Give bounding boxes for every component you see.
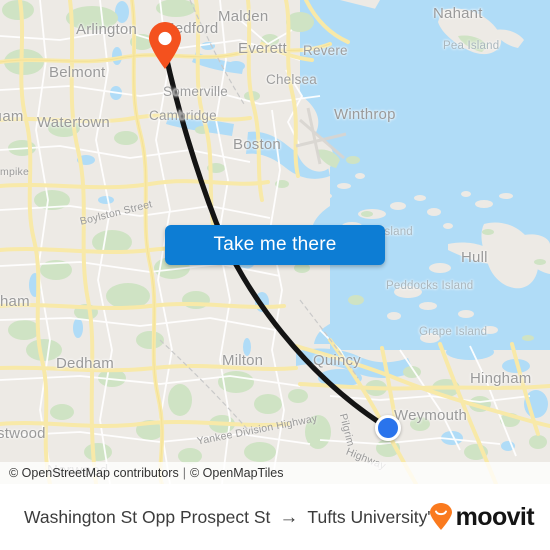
map-attribution-bar: © OpenStreetMap contributors | © OpenMap… <box>0 462 550 484</box>
moovit-logo[interactable]: moovit <box>428 502 535 531</box>
moovit-pin-icon <box>429 503 452 530</box>
map-canvas[interactable]: Arlington Medford Malden Everett Revere Nahan… <box>0 0 550 484</box>
route-origin-label: Washington St Opp Prospect St <box>24 506 271 527</box>
moovit-map-card: Arlington Medford Malden Everett Revere Nahan… <box>0 0 550 550</box>
openmaptiles-attribution-link[interactable]: © OpenMapTiles <box>190 466 284 480</box>
origin-pin-marker[interactable] <box>147 22 183 70</box>
destination-dot-marker[interactable] <box>375 415 401 441</box>
route-destination-label: Tufts University" <box>307 506 434 527</box>
attribution-separator: | <box>182 466 186 480</box>
route-footer: Washington St Opp Prospect St → Tufts Un… <box>0 484 550 550</box>
take-me-there-button[interactable]: Take me there <box>165 225 385 265</box>
take-me-there-label: Take me there <box>213 234 337 255</box>
route-summary: Washington St Opp Prospect St → Tufts Un… <box>24 507 434 528</box>
map-pin-icon <box>149 22 181 69</box>
arrow-right-icon: → <box>279 506 299 528</box>
osm-attribution-link[interactable]: © OpenStreetMap contributors <box>9 466 179 480</box>
moovit-wordmark: moovit <box>455 502 535 531</box>
